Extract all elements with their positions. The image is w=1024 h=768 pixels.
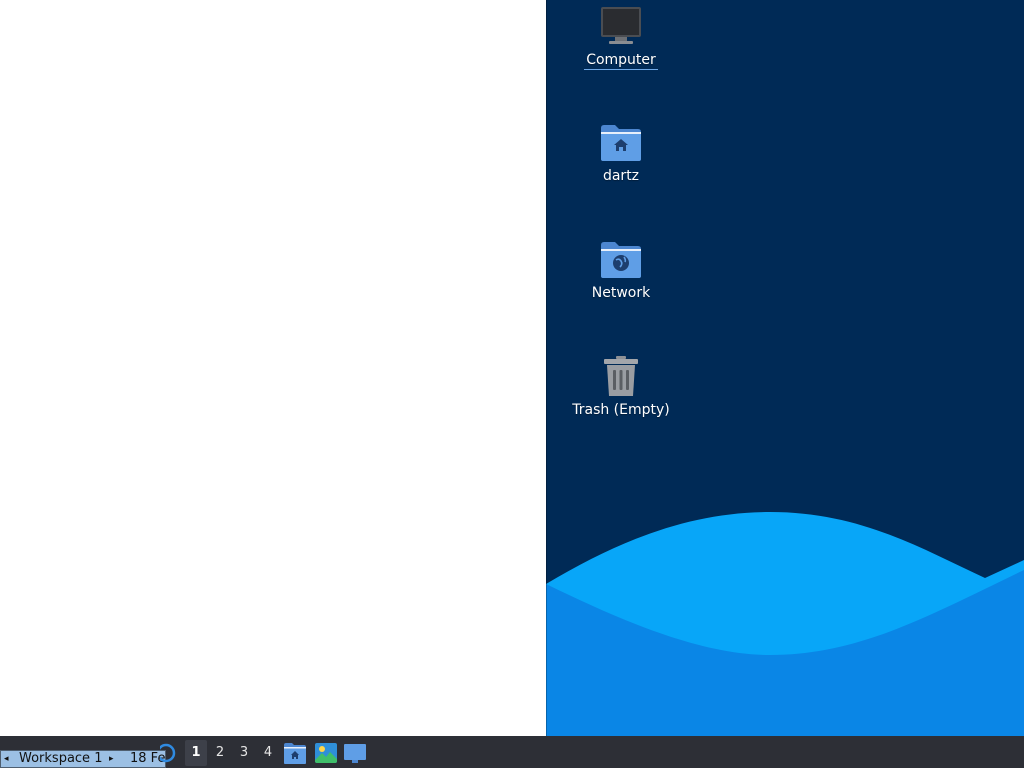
desktop-icon-label: dartz [602, 168, 640, 184]
desktop-icon-computer[interactable]: Computer [566, 4, 676, 70]
start-menu-icon[interactable] [160, 742, 178, 764]
workspace-button-2[interactable]: 2 [209, 740, 231, 766]
trash-icon [604, 356, 638, 396]
desktop-icon-network[interactable]: Network [566, 237, 676, 302]
show-desktop-icon[interactable] [343, 741, 367, 765]
taskbar: ◂ Workspace 1 ▸ 18 Fe [0, 736, 1024, 768]
workspace-name-label: Workspace 1 [19, 751, 103, 766]
desktop-icon-label: Computer [584, 52, 658, 70]
desktop[interactable]: Computer dartz Network Trash (Empty) [0, 0, 1024, 736]
computer-icon [601, 7, 641, 44]
workspace-button-3[interactable]: 3 [233, 740, 255, 766]
desktop-icon-home-folder[interactable]: dartz [566, 120, 676, 185]
blank-application-window[interactable] [0, 0, 546, 736]
desktop-icon-trash[interactable]: Trash (Empty) [566, 354, 676, 419]
workspace-button-1[interactable]: 1 [185, 740, 207, 766]
home-folder-icon [601, 125, 641, 161]
network-folder-icon [601, 242, 641, 278]
desktop-icon-label: Trash (Empty) [572, 402, 670, 418]
workspace-next-arrow[interactable]: ▸ [109, 751, 114, 767]
workspace-name-widget[interactable]: ◂ Workspace 1 ▸ 18 Fe [0, 750, 166, 768]
workspace-prev-arrow[interactable]: ◂ [4, 751, 9, 767]
image-viewer-icon[interactable] [314, 741, 338, 765]
file-manager-icon[interactable] [283, 741, 307, 765]
desktop-icon-label: Network [591, 285, 651, 301]
workspace-button-4[interactable]: 4 [257, 740, 279, 766]
